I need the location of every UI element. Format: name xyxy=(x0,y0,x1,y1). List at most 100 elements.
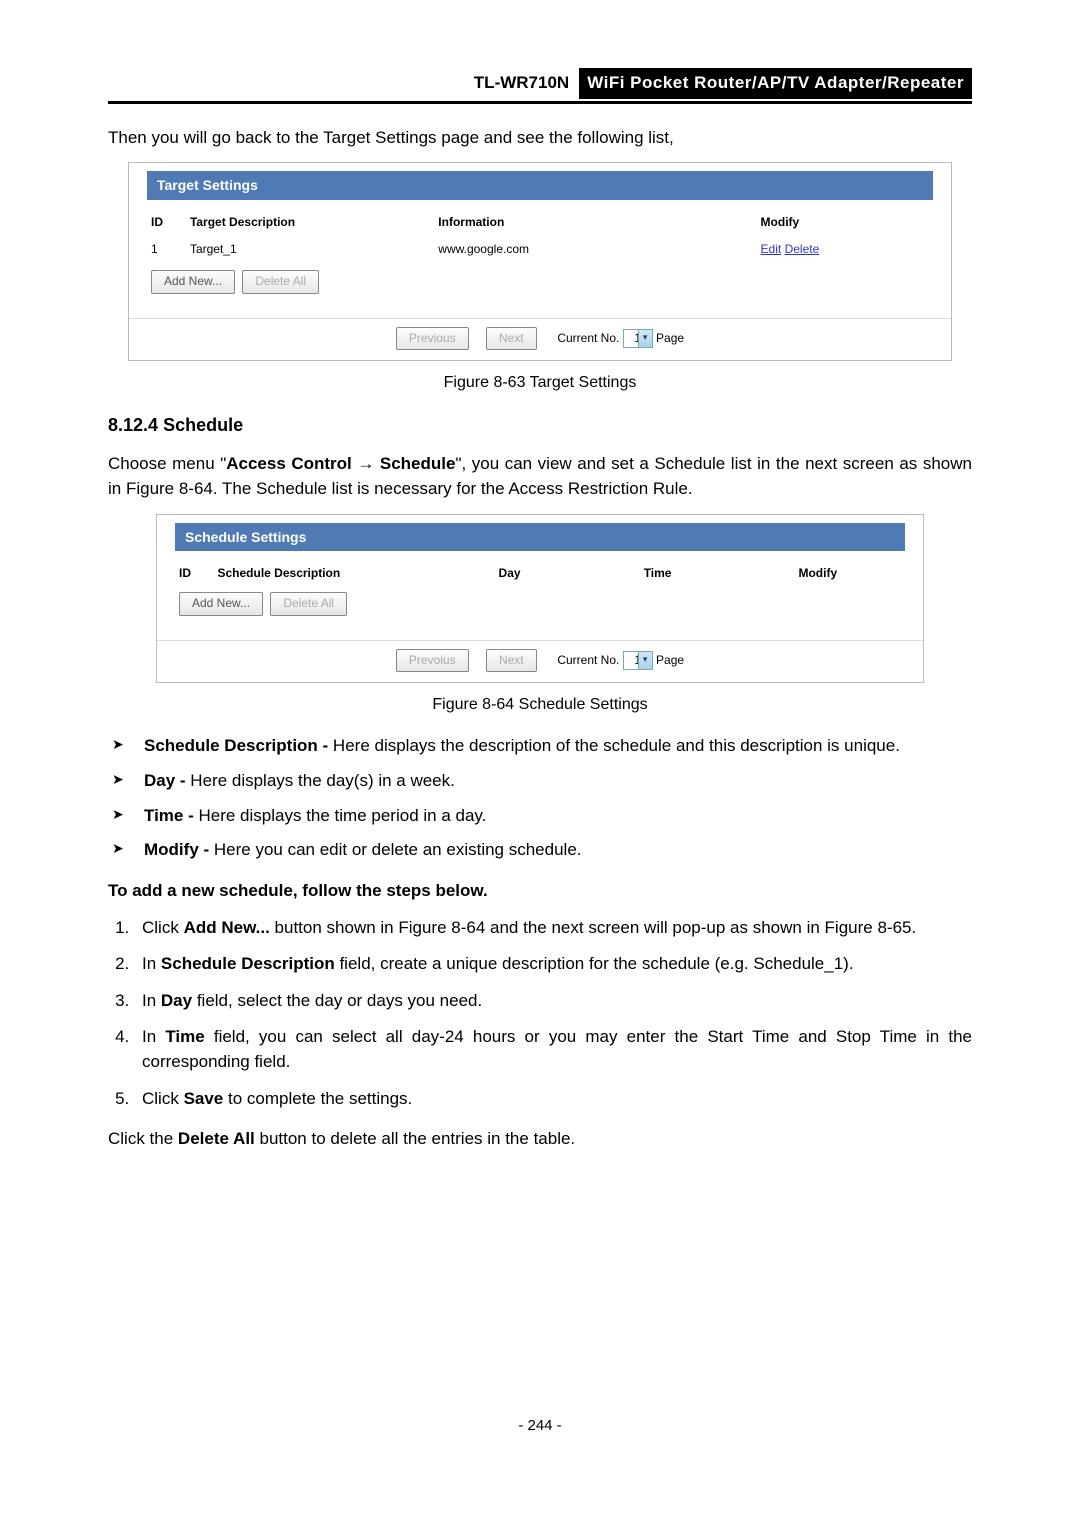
delete-all-button[interactable]: Delete All xyxy=(242,270,319,293)
step-item: In Schedule Description field, create a … xyxy=(134,952,972,977)
schedule-intro: Choose menu "Access Control → Schedule",… xyxy=(108,452,972,501)
text: Click the xyxy=(108,1129,178,1148)
figure-caption-1: Figure 8-63 Target Settings xyxy=(108,371,972,394)
model-number: TL-WR710N xyxy=(474,71,579,96)
text: field, create a unique description for t… xyxy=(335,954,854,973)
col-time: Time xyxy=(585,561,731,586)
text: field, select the day or days you need. xyxy=(192,991,482,1010)
delete-link[interactable]: Delete xyxy=(785,242,820,256)
bold-label: Schedule Description - xyxy=(144,736,328,755)
page-select[interactable]: 1 ▾ xyxy=(623,329,653,348)
edit-link[interactable]: Edit xyxy=(761,242,782,256)
step-item: Click Add New... button shown in Figure … xyxy=(134,916,972,941)
section-heading: 8.12.4 Schedule xyxy=(108,412,972,438)
target-settings-panel: Target Settings ID Target Description In… xyxy=(128,162,952,361)
bold-label: Modify - xyxy=(144,840,209,859)
list-item: ➤ Day - Here displays the day(s) in a we… xyxy=(112,769,972,794)
outro-text: Click the Delete All button to delete al… xyxy=(108,1127,972,1152)
next-button[interactable]: Next xyxy=(486,649,537,672)
table-header-row: ID Target Description Information Modify xyxy=(149,210,931,235)
bold-text: Delete All xyxy=(178,1129,255,1148)
bold-text: Time xyxy=(165,1027,204,1046)
text: In xyxy=(142,1027,165,1046)
bold-text: Access Control xyxy=(226,454,352,473)
bold-text: Day xyxy=(161,991,192,1010)
step-item: In Day field, select the day or days you… xyxy=(134,989,972,1014)
text: button shown in Figure 8-64 and the next… xyxy=(270,918,916,937)
add-new-button[interactable]: Add New... xyxy=(151,270,235,293)
next-button[interactable]: Next xyxy=(486,327,537,350)
bullet-icon: ➤ xyxy=(112,804,142,829)
list-item: ➤ Time - Here displays the time period i… xyxy=(112,804,972,829)
page-header: TL-WR710N WiFi Pocket Router/AP/TV Adapt… xyxy=(108,68,972,104)
page-number: - 244 - xyxy=(108,1415,972,1437)
field-descriptions: ➤ Schedule Description - Here displays t… xyxy=(112,734,972,863)
chevron-down-icon: ▾ xyxy=(638,330,652,347)
target-table: ID Target Description Information Modify… xyxy=(147,208,933,300)
desc-text: Here displays the time period in a day. xyxy=(194,806,487,825)
bold-label: Time - xyxy=(144,806,194,825)
pager: Previous Next Current No. 1 ▾ Page xyxy=(129,318,951,360)
bold-text: Save xyxy=(184,1089,224,1108)
to-add-heading: To add a new schedule, follow the steps … xyxy=(108,879,972,904)
cell-modify: Edit Delete xyxy=(759,237,931,262)
steps-list: Click Add New... button shown in Figure … xyxy=(134,916,972,1112)
text: In xyxy=(142,954,161,973)
desc-text: Here displays the description of the sch… xyxy=(328,736,900,755)
text: button to delete all the entries in the … xyxy=(255,1129,575,1148)
schedule-settings-panel: Schedule Settings ID Schedule Descriptio… xyxy=(156,514,924,683)
section-name: Schedule xyxy=(163,415,243,435)
bold-text: Schedule Description xyxy=(161,954,335,973)
chevron-down-icon: ▾ xyxy=(638,652,652,669)
desc-text: Here displays the day(s) in a week. xyxy=(186,771,455,790)
page-label: Page xyxy=(656,331,684,345)
table-row: 1 Target_1 www.google.com Edit Delete xyxy=(149,237,931,262)
previous-button[interactable]: Previous xyxy=(396,327,469,350)
col-desc: Schedule Description xyxy=(216,561,435,586)
cell-desc: Target_1 xyxy=(188,237,434,262)
panel-title: Schedule Settings xyxy=(175,523,905,551)
text: Choose menu " xyxy=(108,454,226,473)
col-desc: Target Description xyxy=(188,210,434,235)
list-item: ➤ Schedule Description - Here displays t… xyxy=(112,734,972,759)
bold-label: Day - xyxy=(144,771,186,790)
add-new-button[interactable]: Add New... xyxy=(179,592,263,615)
col-modify: Modify xyxy=(733,561,903,586)
delete-all-button[interactable]: Delete All xyxy=(270,592,347,615)
col-id: ID xyxy=(177,561,214,586)
cell-info: www.google.com xyxy=(436,237,756,262)
col-day: Day xyxy=(437,561,583,586)
schedule-table: ID Schedule Description Day Time Modify … xyxy=(175,559,905,622)
list-text: Schedule Description - Here displays the… xyxy=(142,734,972,759)
page-select[interactable]: 1 ▾ xyxy=(623,651,653,670)
pager: Prevoius Next Current No. 1 ▾ Page xyxy=(157,640,923,682)
bullet-icon: ➤ xyxy=(112,734,142,759)
intro-text: Then you will go back to the Target Sett… xyxy=(108,126,972,151)
current-no-label: Current No. xyxy=(557,331,619,345)
previous-button[interactable]: Prevoius xyxy=(396,649,469,672)
table-actions-row: Add New... Delete All xyxy=(177,588,903,619)
list-item: ➤ Modify - Here you can edit or delete a… xyxy=(112,838,972,863)
table-actions-row: Add New... Delete All xyxy=(149,264,931,297)
text: Click xyxy=(142,1089,184,1108)
page-label: Page xyxy=(656,653,684,667)
model-title: WiFi Pocket Router/AP/TV Adapter/Repeate… xyxy=(579,68,972,99)
col-id: ID xyxy=(149,210,186,235)
bullet-icon: ➤ xyxy=(112,769,142,794)
col-info: Information xyxy=(436,210,756,235)
text: In xyxy=(142,991,161,1010)
current-no-label: Current No. xyxy=(557,653,619,667)
cell-id: 1 xyxy=(149,237,186,262)
arrow-text: → xyxy=(352,454,380,473)
text: field, you can select all day-24 hours o… xyxy=(142,1027,972,1071)
bold-text: Add New... xyxy=(184,918,270,937)
figure-caption-2: Figure 8-64 Schedule Settings xyxy=(108,693,972,716)
text: to complete the settings. xyxy=(223,1089,412,1108)
col-modify: Modify xyxy=(759,210,931,235)
list-text: Time - Here displays the time period in … xyxy=(142,804,972,829)
bullet-icon: ➤ xyxy=(112,838,142,863)
section-number: 8.12.4 xyxy=(108,415,158,435)
list-text: Modify - Here you can edit or delete an … xyxy=(142,838,972,863)
step-item: In Time field, you can select all day-24… xyxy=(134,1025,972,1074)
list-text: Day - Here displays the day(s) in a week… xyxy=(142,769,972,794)
